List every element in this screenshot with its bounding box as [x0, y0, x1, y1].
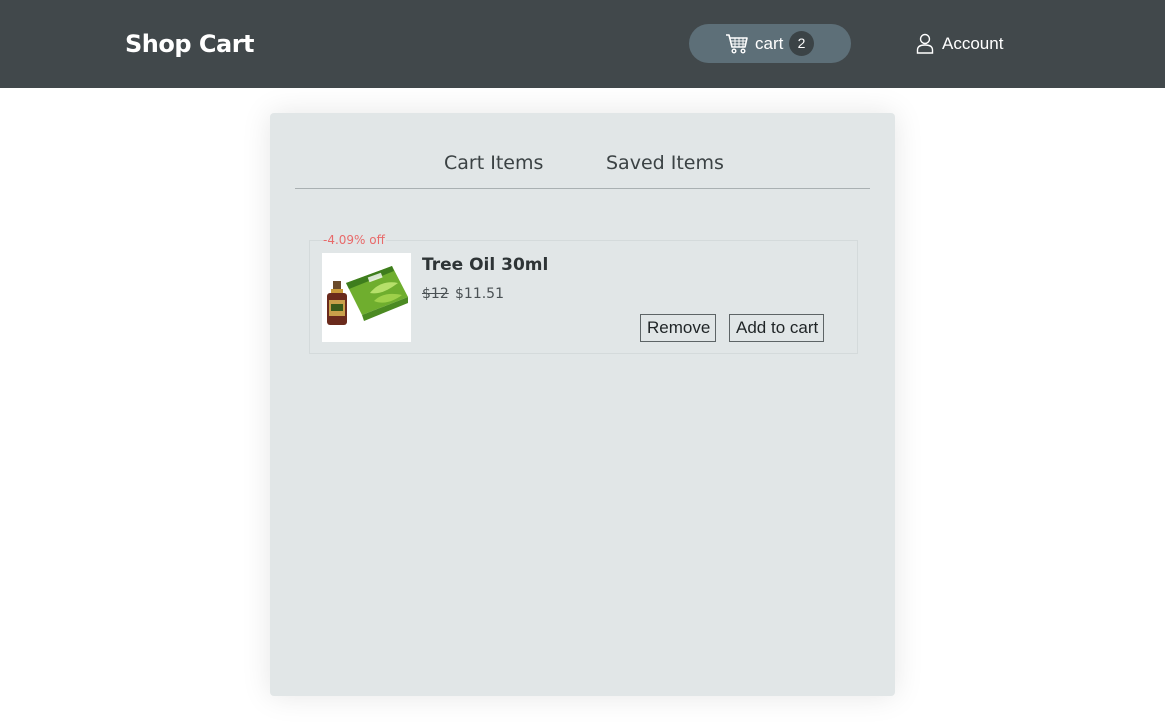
cart-panel: Cart Items Saved Items -4.09% off Tree O… — [270, 113, 895, 696]
brand-logo[interactable]: Shop Cart — [125, 29, 255, 59]
add-to-cart-button[interactable]: Add to cart — [729, 314, 824, 342]
tab-saved-items[interactable]: Saved Items — [606, 150, 724, 176]
discounted-price: $11.51 — [455, 286, 504, 302]
tab-bar: Cart Items Saved Items — [295, 149, 870, 189]
cart-item-card: -4.09% off Tree Oil 30ml $12 $11.51 Remo… — [309, 232, 858, 354]
remove-button[interactable]: Remove — [640, 314, 716, 342]
shopping-cart-icon — [726, 34, 748, 54]
tab-cart-items[interactable]: Cart Items — [444, 150, 543, 176]
product-title[interactable]: Tree Oil 30ml — [422, 254, 548, 276]
cart-button[interactable]: cart 2 — [689, 24, 851, 63]
original-price: $12 — [422, 286, 449, 302]
product-photo-icon — [322, 253, 411, 342]
account-label: Account — [942, 34, 1004, 53]
cart-label: cart — [755, 34, 784, 53]
discount-badge: -4.09% off — [323, 232, 386, 248]
user-icon — [916, 33, 934, 54]
top-navbar: Shop Cart cart 2 Account — [0, 0, 1165, 88]
product-image[interactable] — [322, 253, 411, 342]
cart-count-badge: 2 — [789, 31, 814, 56]
